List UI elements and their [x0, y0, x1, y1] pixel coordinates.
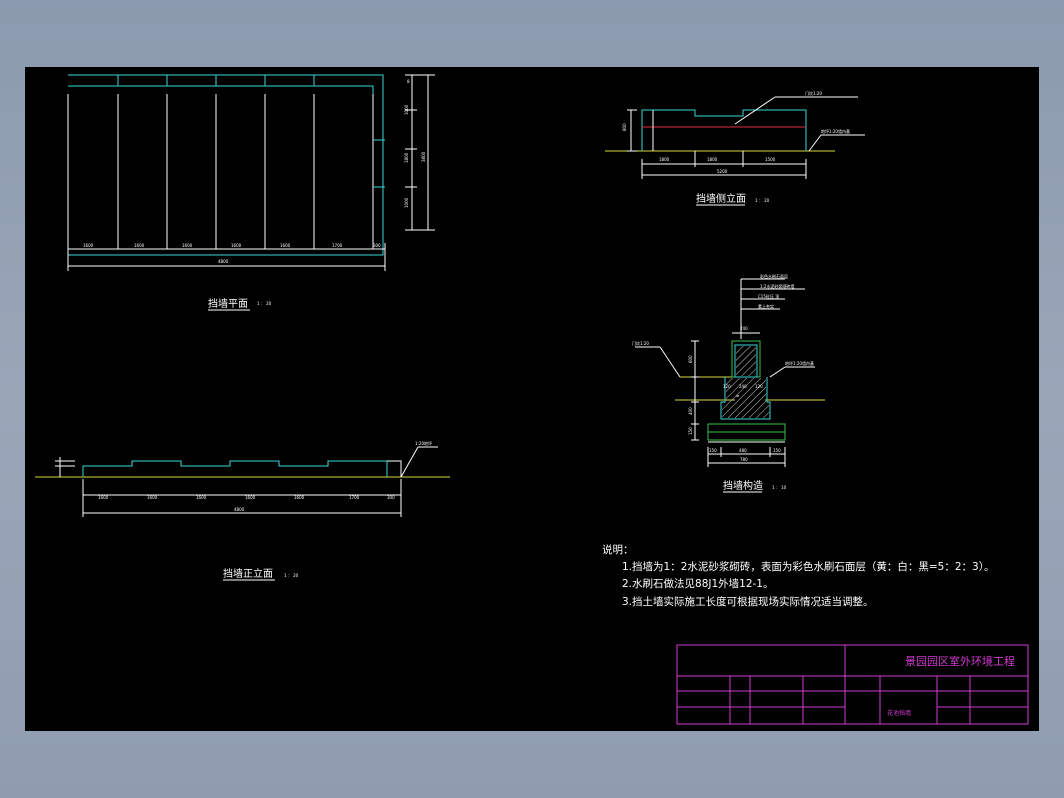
section-detail-title: 挡墙构造 — [723, 479, 763, 492]
section-detail: 彩色水刷石面层 1:2水泥砂浆砌砖墙 C15砼压 顶 素土夯实 门坎1:20 地… — [632, 273, 825, 493]
front-elevation: 1:20地坪 1600 1600 1600 1600 1600 1700 300… — [35, 440, 450, 581]
svg-text:1700: 1700 — [349, 495, 360, 500]
svg-text:3800: 3800 — [421, 151, 426, 162]
svg-text:1 ： 20: 1 ： 20 — [257, 301, 272, 306]
svg-text:1600: 1600 — [147, 495, 158, 500]
svg-text:≥: ≥ — [736, 393, 739, 398]
svg-text:4800: 4800 — [218, 259, 229, 264]
svg-text:1600: 1600 — [182, 243, 193, 248]
title-block-drawing-name: 花池挡墙 — [887, 709, 911, 717]
svg-text:300: 300 — [373, 243, 381, 248]
svg-text:门坎1:20: 门坎1:20 — [632, 340, 649, 346]
svg-text:1600: 1600 — [280, 243, 291, 248]
svg-text:400: 400 — [688, 407, 693, 415]
svg-text:1:2水泥砂浆砌砖墙: 1:2水泥砂浆砌砖墙 — [760, 283, 794, 289]
svg-text:C15砼压 顶: C15砼压 顶 — [758, 293, 779, 299]
svg-text:1600: 1600 — [294, 495, 305, 500]
svg-text:1 ： 20: 1 ： 20 — [755, 198, 770, 203]
front-elevation-title: 挡墙正立面 — [223, 567, 273, 580]
svg-text:彩色水刷石面层: 彩色水刷石面层 — [760, 273, 788, 279]
svg-text:1:20地坪: 1:20地坪 — [415, 440, 432, 446]
svg-text:150: 150 — [773, 448, 781, 453]
svg-text:1500: 1500 — [765, 157, 776, 162]
svg-text:1800: 1800 — [659, 157, 670, 162]
drawing-canvas: 8 1000 1800 1000 3800 1600 1600 1600 160… — [25, 67, 1039, 731]
side-elevation: 门坎1:20 地坪1:20墙内基 800 1800 1800 1500 5200… — [605, 90, 865, 206]
plan-view-title: 挡墙平面 — [208, 297, 248, 310]
title-block: 景园园区室外环境工程 花池挡墙 — [676, 644, 1029, 725]
notes-item-1: 1.挡墙为1：2水泥砂浆砌砖，表面为彩色水刷石面层（黄：白：黑=5：2：3）。 — [622, 560, 994, 573]
plan-view: 8 1000 1800 1000 3800 1600 1600 1600 160… — [67, 74, 435, 311]
notes-block: 说明： 1.挡墙为1：2水泥砂浆砌砖，表面为彩色水刷石面层（黄：白：黑=5：2：… — [602, 543, 994, 608]
svg-text:150: 150 — [709, 448, 717, 453]
svg-text:480: 480 — [739, 448, 747, 453]
notes-item-3: 3.挡土墙实际施工长度可根据现场实际情况适当调整。 — [622, 595, 874, 608]
svg-text:120: 120 — [755, 384, 763, 389]
svg-text:1600: 1600 — [231, 243, 242, 248]
cad-drawing: 8 1000 1800 1000 3800 1600 1600 1600 160… — [35, 74, 1029, 725]
svg-text:1800: 1800 — [707, 157, 718, 162]
side-elevation-title: 挡墙侧立面 — [696, 192, 746, 205]
svg-text:150: 150 — [688, 427, 693, 435]
svg-text:4800: 4800 — [234, 507, 245, 512]
svg-text:780: 780 — [740, 457, 748, 462]
svg-text:120: 120 — [723, 384, 731, 389]
notes-item-2: 2.水刷石做法见88J1外墙12-1。 — [622, 577, 774, 590]
svg-text:1800: 1800 — [404, 152, 409, 163]
svg-text:1000: 1000 — [404, 104, 409, 115]
svg-text:门坎1:20: 门坎1:20 — [805, 90, 822, 96]
svg-text:1700: 1700 — [332, 243, 343, 248]
svg-text:1 ： 20: 1 ： 20 — [284, 573, 299, 578]
svg-text:1600: 1600 — [98, 495, 109, 500]
svg-text:1600: 1600 — [83, 243, 94, 248]
svg-text:240: 240 — [739, 384, 747, 389]
svg-text:地坪1:20墙内基: 地坪1:20墙内基 — [785, 360, 814, 366]
svg-text:地坪1:20墙内基: 地坪1:20墙内基 — [821, 128, 850, 134]
svg-text:1600: 1600 — [134, 243, 145, 248]
title-block-project-name: 景园园区室外环境工程 — [905, 654, 1015, 668]
svg-text:600: 600 — [688, 355, 693, 363]
notes-heading: 说明： — [602, 543, 634, 556]
svg-text:1600: 1600 — [245, 495, 256, 500]
svg-text:1 ： 10: 1 ： 10 — [772, 485, 787, 490]
svg-text:8: 8 — [407, 79, 410, 84]
svg-text:5200: 5200 — [717, 169, 728, 174]
svg-text:1600: 1600 — [196, 495, 207, 500]
svg-text:素土夯实: 素土夯实 — [758, 303, 774, 309]
svg-text:800: 800 — [622, 123, 627, 131]
svg-text:240: 240 — [740, 326, 748, 331]
svg-text:1000: 1000 — [404, 197, 409, 208]
svg-text:300: 300 — [387, 495, 395, 500]
